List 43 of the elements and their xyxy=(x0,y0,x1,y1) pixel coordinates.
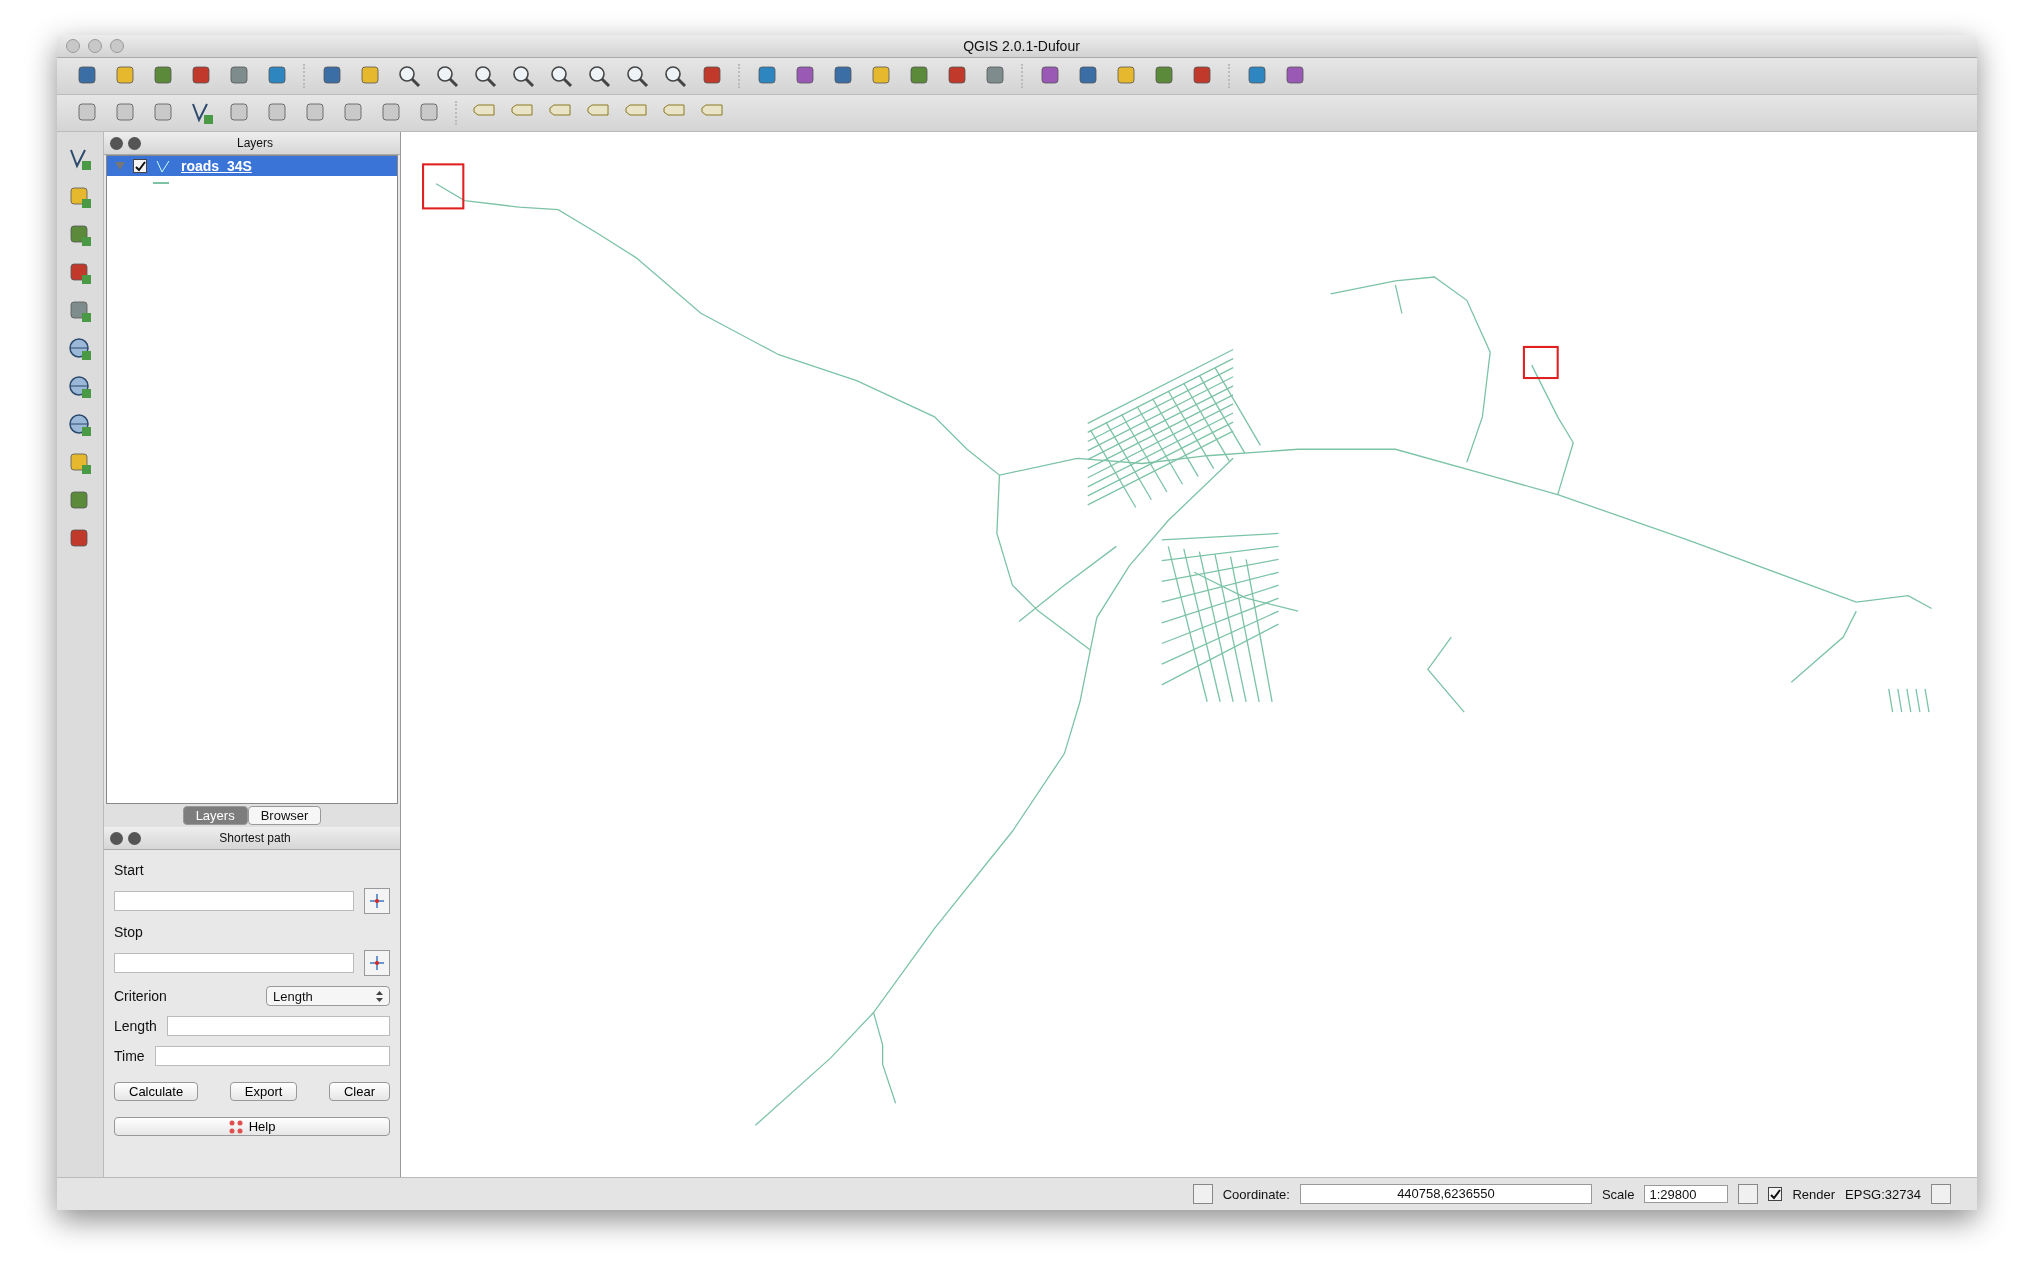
time-label: Time xyxy=(114,1048,145,1064)
close-icon[interactable] xyxy=(110,136,123,150)
render-label: Render xyxy=(1792,1186,1836,1202)
action-button[interactable]: Clear xyxy=(328,1082,390,1101)
coordinate-field[interactable]: 440758,6236550 xyxy=(1299,1184,1592,1204)
zoom-light[interactable] xyxy=(110,39,124,53)
scale-label: Scale xyxy=(1601,1186,1635,1202)
start-label: Start xyxy=(114,862,145,878)
stepper-arrows-icon xyxy=(376,990,383,1002)
action-button[interactable]: Export xyxy=(229,1082,298,1101)
stop-label: Stop xyxy=(114,924,144,940)
panel-title: Layers xyxy=(236,136,274,150)
checkbox[interactable] xyxy=(1768,1187,1783,1201)
panel-tab[interactable]: Browser xyxy=(247,806,322,825)
scale-dropdown[interactable]: 1:29800 xyxy=(1644,1185,1729,1203)
length-label: Length xyxy=(114,1018,157,1034)
close-icon[interactable] xyxy=(110,831,123,845)
panel-title: Shortest path xyxy=(218,831,292,845)
panel-tab[interactable]: Layers xyxy=(182,806,248,825)
checkbox[interactable] xyxy=(133,159,147,173)
help-button[interactable]: Help xyxy=(114,1117,390,1136)
time-field[interactable] xyxy=(154,1046,390,1066)
criterion-dropdown[interactable]: Length xyxy=(266,986,390,1006)
highlight-square xyxy=(422,163,465,210)
criterion-label: Criterion xyxy=(114,988,167,1004)
highlight-square xyxy=(1522,345,1559,380)
layer-item[interactable]: roads_34S xyxy=(107,156,397,176)
crosshair-icon xyxy=(369,893,385,909)
window-title: QGIS 2.0.1-Dufour xyxy=(962,38,1081,54)
help-dots-icon xyxy=(228,1119,243,1134)
stop-field[interactable] xyxy=(114,953,354,973)
line-symbol xyxy=(153,182,169,184)
crosshair-button[interactable] xyxy=(364,888,390,914)
action-button[interactable]: Calculate xyxy=(114,1082,199,1101)
length-field[interactable] xyxy=(166,1016,390,1036)
coordinate-label: Coordinate: xyxy=(1222,1186,1290,1202)
minimize-light[interactable] xyxy=(88,39,102,53)
crosshair-icon xyxy=(369,955,385,971)
close-light[interactable] xyxy=(66,39,80,53)
crosshair-button[interactable] xyxy=(364,950,390,976)
start-field[interactable] xyxy=(114,891,354,911)
add-raster-layer-icon[interactable] xyxy=(67,184,93,210)
crs-label[interactable]: EPSG:32734 xyxy=(1845,1186,1921,1202)
